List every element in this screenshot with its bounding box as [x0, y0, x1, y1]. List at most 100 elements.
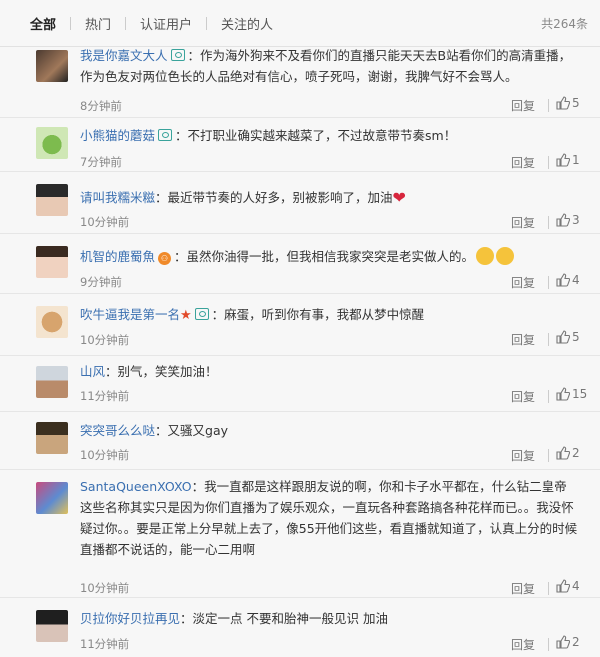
like-count: 15: [572, 387, 588, 401]
comment-time: 8分钟前: [80, 99, 122, 113]
action-divider: [548, 216, 549, 229]
comment-item: 请叫我糯米糍：最近带节奏的人好多，别被影响了，加油❤ 10分钟前 回复 3: [0, 172, 600, 234]
reply-button[interactable]: 回复: [511, 580, 535, 597]
username-link[interactable]: 吹牛逼我是第一名: [80, 307, 180, 322]
comment-body: ：不打职业确实越来越菜了，不过故意带节奏sm！: [175, 128, 457, 143]
avatar[interactable]: [36, 246, 68, 278]
comment-text: 请叫我糯米糍：最近带节奏的人好多，别被影响了，加油❤: [80, 187, 578, 208]
comment-item: 小熊猫的蘑菇 ：不打职业确实越来越菜了，不过故意带节奏sm！ 7分钟前 回复 1: [0, 118, 600, 172]
username-link[interactable]: 请叫我糯米糍: [80, 190, 155, 205]
comment-body: ：虽然你油得一批，但我相信我家突突是老实做人的。: [174, 249, 475, 264]
comment-text: 山风：别气，笑笑加油！: [80, 361, 578, 382]
comment-text: 机智的鹿蜀魚 ⚇ ：虽然你油得一批，但我相信我家突突是老实做人的。: [80, 246, 578, 267]
reply-button[interactable]: 回复: [511, 154, 535, 171]
like-button[interactable]: 3: [556, 213, 580, 227]
like-count: 2: [572, 635, 580, 649]
username-link[interactable]: 机智的鹿蜀魚: [80, 249, 155, 264]
like-button[interactable]: 4: [556, 273, 580, 287]
comment-time: 10分钟前: [80, 215, 130, 229]
thumbs-up-icon: [556, 446, 570, 460]
comment-text: 突突哥么么哒：又骚又gay: [80, 420, 578, 441]
like-button[interactable]: 15: [556, 387, 587, 401]
comment-time: 11分钟前: [80, 637, 130, 651]
like-count: 3: [572, 213, 580, 227]
action-divider: [548, 582, 549, 595]
like-count: 4: [572, 579, 580, 593]
avatar[interactable]: [36, 610, 68, 642]
like-button[interactable]: 2: [556, 446, 580, 460]
comment-item: 我是你嘉文大人 ：作为海外狗来不及看你们的直播只能天天去B站看你们的高清重播，作为…: [0, 46, 600, 118]
comment-item: 吹牛逼我是第一名★ ：麻蛋，听到你有事，我都从梦中惊醒 10分钟前 回复 5: [0, 294, 600, 356]
comment-body: ：麻蛋，听到你有事，我都从梦中惊醒: [211, 307, 425, 322]
like-count: 4: [572, 273, 580, 287]
reply-button[interactable]: 回复: [511, 97, 535, 114]
like-button[interactable]: 2: [556, 635, 580, 649]
comment-text: 贝拉你好贝拉再见：淡定一点 不要和胎神一般见识 加油: [80, 608, 578, 629]
thumbs-up-icon: [556, 387, 570, 401]
comment-body: ：最近带节奏的人好多，别被影响了，加油: [155, 190, 393, 205]
thumbs-up-icon: [556, 213, 570, 227]
tab-divider: [70, 16, 72, 30]
action-divider: [548, 333, 549, 346]
like-button[interactable]: 5: [556, 330, 580, 344]
smile-emoji-icon: [476, 247, 495, 265]
reply-button[interactable]: 回复: [511, 214, 535, 231]
avatar[interactable]: [36, 366, 68, 398]
tab-all[interactable]: 全部: [30, 14, 56, 33]
like-count: 1: [572, 153, 580, 167]
smile-emoji-icon: [496, 247, 515, 265]
username-link[interactable]: 贝拉你好贝拉再见: [80, 611, 180, 626]
comment-time: 7分钟前: [80, 155, 122, 169]
reply-button[interactable]: 回复: [511, 274, 535, 291]
username-link[interactable]: 我是你嘉文大人: [80, 48, 168, 63]
total-count: 共264条: [541, 16, 588, 31]
reply-button[interactable]: 回复: [511, 636, 535, 653]
comment-time: 10分钟前: [80, 448, 130, 462]
thumbs-up-icon: [556, 153, 570, 167]
comment-panel: 全部 热门 认证用户 关注的人 共264条 我是你嘉文大人 ：作为海外狗来不及看你…: [0, 0, 600, 657]
heart-emoji-icon: ❤: [392, 188, 406, 207]
like-count: 5: [572, 96, 580, 110]
like-button[interactable]: 1: [556, 153, 580, 167]
tab-following[interactable]: 关注的人: [221, 14, 273, 33]
star-badge-icon: ★: [180, 308, 192, 323]
tab-divider: [206, 16, 208, 30]
like-button[interactable]: 5: [556, 96, 580, 110]
comment-text: 小熊猫的蘑菇 ：不打职业确实越来越菜了，不过故意带节奏sm！: [80, 125, 578, 146]
username-link[interactable]: 突突哥么么哒: [80, 423, 155, 438]
avatar[interactable]: [36, 50, 68, 82]
avatar[interactable]: [36, 184, 68, 216]
comment-time: 9分钟前: [80, 275, 122, 289]
action-divider: [548, 390, 549, 403]
thumbs-up-icon: [556, 579, 570, 593]
comment-time: 10分钟前: [80, 581, 130, 595]
avatar[interactable]: [36, 422, 68, 454]
avatar[interactable]: [36, 482, 68, 514]
comment-item: 机智的鹿蜀魚 ⚇ ：虽然你油得一批，但我相信我家突突是老实做人的。 9分钟前 回复 …: [0, 234, 600, 294]
thumbs-up-icon: [556, 96, 570, 110]
username-link[interactable]: 山风: [80, 364, 105, 379]
camera-badge-icon: [170, 49, 185, 61]
reply-button[interactable]: 回复: [511, 331, 535, 348]
thumbs-up-icon: [556, 273, 570, 287]
thumbs-up-icon: [556, 330, 570, 344]
like-button[interactable]: 4: [556, 579, 580, 593]
reply-button[interactable]: 回复: [511, 447, 535, 464]
like-count: 5: [572, 330, 580, 344]
comment-item: SantaQueenXOXO：我一直都是这样跟朋友说的啊，你和卡子水平都在，什么…: [0, 470, 600, 598]
avatar[interactable]: [36, 306, 68, 338]
username-link[interactable]: 小熊猫的蘑菇: [80, 128, 155, 143]
camera-badge-icon: [158, 129, 173, 141]
action-divider: [548, 99, 549, 112]
comment-text: SantaQueenXOXO：我一直都是这样跟朋友说的啊，你和卡子水平都在，什么…: [80, 476, 578, 560]
camera-badge-icon: [194, 308, 209, 320]
comment-time: 11分钟前: [80, 389, 130, 403]
avatar[interactable]: [36, 127, 68, 159]
comment-text: 我是你嘉文大人 ：作为海外狗来不及看你们的直播只能天天去B站看你们的高清重播，作为…: [80, 45, 578, 87]
username-link[interactable]: SantaQueenXOXO: [80, 479, 192, 494]
comment-body: ：又骚又gay: [155, 423, 229, 438]
tab-hot[interactable]: 热门: [85, 14, 111, 33]
comment-text: 吹牛逼我是第一名★ ：麻蛋，听到你有事，我都从梦中惊醒: [80, 304, 578, 326]
tab-verified-users[interactable]: 认证用户: [140, 14, 192, 33]
reply-button[interactable]: 回复: [511, 388, 535, 405]
